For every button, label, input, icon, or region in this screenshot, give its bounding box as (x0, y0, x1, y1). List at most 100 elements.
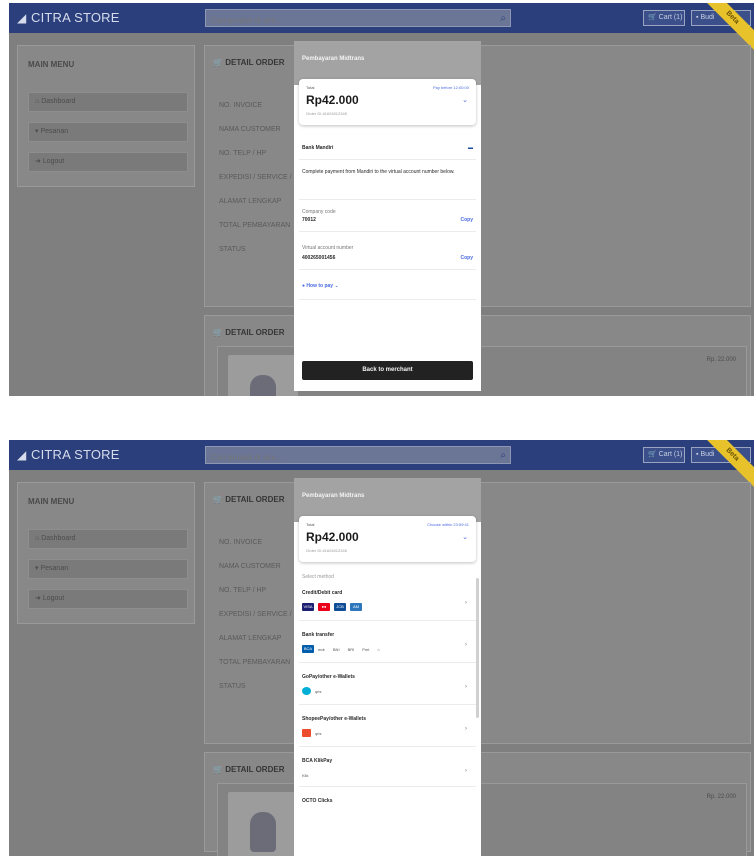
divider (299, 231, 476, 232)
chevron-down-icon[interactable]: ⌄ (462, 533, 468, 541)
bni-icon: BNI (332, 646, 340, 652)
main-menu-panel: MAIN MENU ⌂ Dashboard ▾ Pesanan ➜ Logout (17, 45, 195, 187)
screenshot-select-method: ◢CITRA STORE ⌕ 🛒 Cart (1) ▪ Budi Beta MA… (9, 440, 754, 856)
home-icon: ⌂ (35, 535, 40, 542)
menu-item-logout[interactable]: ➜ Logout (28, 589, 188, 609)
detail-title: 🛒 DETAIL ORDER (213, 58, 284, 67)
menu-item-logout[interactable]: ➜ Logout (28, 152, 188, 172)
detail-row-alamat: ALAMAT LENGKAP (219, 635, 282, 642)
menu-item-pesanan[interactable]: ▾ Pesanan (28, 122, 188, 142)
divider (299, 199, 476, 200)
chevron-right-icon: › (465, 642, 467, 648)
brand-name: CITRA STORE (31, 447, 120, 462)
how-to-pay-label: How to pay (306, 283, 334, 289)
gopay-icon (302, 687, 311, 695)
back-to-merchant-button[interactable]: Back to merchant (302, 361, 473, 380)
how-to-pay-link[interactable]: ● How to pay ⌄ (302, 283, 339, 289)
brand-name: CITRA STORE (31, 10, 120, 25)
chevron-down-icon[interactable]: ⌄ (462, 96, 468, 104)
divider (299, 746, 476, 747)
cart-icon: ▾ (35, 565, 39, 572)
total-label: Total (306, 85, 315, 90)
search-bar[interactable]: ⌕ (205, 9, 511, 29)
menu-item-label: Pesanan (40, 565, 69, 572)
divider (299, 159, 476, 160)
total-amount: Rp42.000 (306, 93, 359, 107)
home-icon: ⌂ (35, 98, 40, 105)
chevron-down-icon: ⌄ (334, 283, 339, 289)
menu-item-label: Logout (42, 595, 65, 602)
total-amount: Rp42.000 (306, 530, 359, 544)
bank-building-icon: ⌂ (377, 646, 380, 652)
amex-icon: AM (350, 603, 362, 611)
method-label: BCA KlikPay (302, 758, 333, 764)
brand-logo[interactable]: ◢ CITRA STORE (17, 10, 120, 25)
bri-icon: BRI (347, 646, 355, 652)
logo-icon: ◢ (17, 448, 27, 462)
user-label: Budi (700, 451, 715, 458)
detail-title-text: DETAIL ORDER (225, 495, 285, 504)
divider (299, 786, 476, 787)
va-number-value: 400265001456 (302, 255, 336, 261)
cart-icon: 🛒 (213, 765, 223, 774)
va-number-label: Virtual account number (302, 245, 354, 251)
cart-button[interactable]: 🛒 Cart (1) (643, 447, 685, 463)
cart-button[interactable]: 🛒 Cart (1) (643, 10, 685, 26)
info-icon: ● (302, 283, 306, 289)
detail-row-invoice: NO. INVOICE (219, 539, 263, 546)
chevron-right-icon: › (465, 600, 467, 606)
mastercard-icon: ●● (318, 603, 330, 611)
klikpay-logos: Klik (302, 770, 312, 780)
method-label: ShopeePay/other e-Wallets (302, 716, 366, 722)
search-icon[interactable]: ⌕ (500, 13, 506, 24)
screenshot-va-payment: ◢CITRA STORE ⌕ 🛒 Cart (1) ▪ Budi Beta MA… (9, 3, 754, 396)
menu-title: MAIN MENU (28, 497, 75, 506)
brand-logo[interactable]: ◢ CITRA STORE (17, 447, 120, 462)
qris-icon: qris (315, 688, 322, 694)
product-price: Rp. 22.000 (706, 357, 736, 363)
search-icon[interactable]: ⌕ (500, 450, 506, 461)
jcb-icon: JCB (334, 603, 346, 611)
search-bar[interactable]: ⌕ (205, 446, 511, 466)
bank-name: Bank Mandiri (302, 145, 334, 151)
menu-item-label: Logout (42, 158, 65, 165)
detail-row-alamat: ALAMAT LENGKAP (219, 198, 282, 205)
user-icon: ▪ (696, 451, 699, 458)
copy-company-code-button[interactable]: Copy (461, 217, 474, 223)
detail-title-text: DETAIL ORDER (225, 765, 285, 774)
product-image (228, 792, 298, 856)
copy-va-button[interactable]: Copy (461, 255, 474, 261)
cart-icon: 🛒 (213, 58, 223, 67)
divider (299, 269, 476, 270)
logout-icon: ➜ (35, 595, 41, 602)
menu-item-dashboard[interactable]: ⌂ Dashboard (28, 529, 188, 549)
cart-label: Cart (1) (658, 14, 683, 21)
visa-icon: VISA (302, 603, 314, 611)
shopeepay-icon (302, 729, 311, 737)
modal-scrollbar[interactable] (476, 578, 479, 718)
detail-row-total: TOTAL PEMBAYARAN (219, 659, 291, 666)
choose-deadline: Choose within 23:59:41 (427, 522, 469, 527)
total-label: Total (306, 522, 315, 527)
company-code-value: 70012 (302, 217, 316, 223)
method-label: OCTO Clicks (302, 798, 333, 804)
divider (299, 662, 476, 663)
cart-icon: ▾ (35, 128, 39, 135)
select-method-label: Select method (302, 574, 334, 580)
search-input[interactable] (206, 449, 510, 466)
chevron-right-icon: › (465, 726, 467, 732)
total-card[interactable]: Total Pay before 12:00:00 Rp42.000 Order… (299, 79, 476, 125)
qris-icon: qris (315, 730, 322, 736)
chevron-right-icon: › (465, 684, 467, 690)
cart-icon: 🛒 (213, 328, 223, 337)
total-card[interactable]: Total Choose within 23:59:41 Rp42.000 Or… (299, 516, 476, 562)
payment-instruction: Complete payment from Mandiri to the vir… (302, 169, 455, 175)
menu-item-dashboard[interactable]: ⌂ Dashboard (28, 92, 188, 112)
logo-icon: ◢ (17, 11, 27, 25)
menu-item-pesanan[interactable]: ▾ Pesanan (28, 559, 188, 579)
search-input[interactable] (206, 12, 510, 29)
detail-row-customer: NAMA CUSTOMER (219, 126, 281, 133)
detail-row-status: STATUS (219, 683, 246, 690)
method-label: GoPay/other e-Wallets (302, 674, 355, 680)
detail-row-phone: NO. TELP / HP (219, 150, 267, 157)
